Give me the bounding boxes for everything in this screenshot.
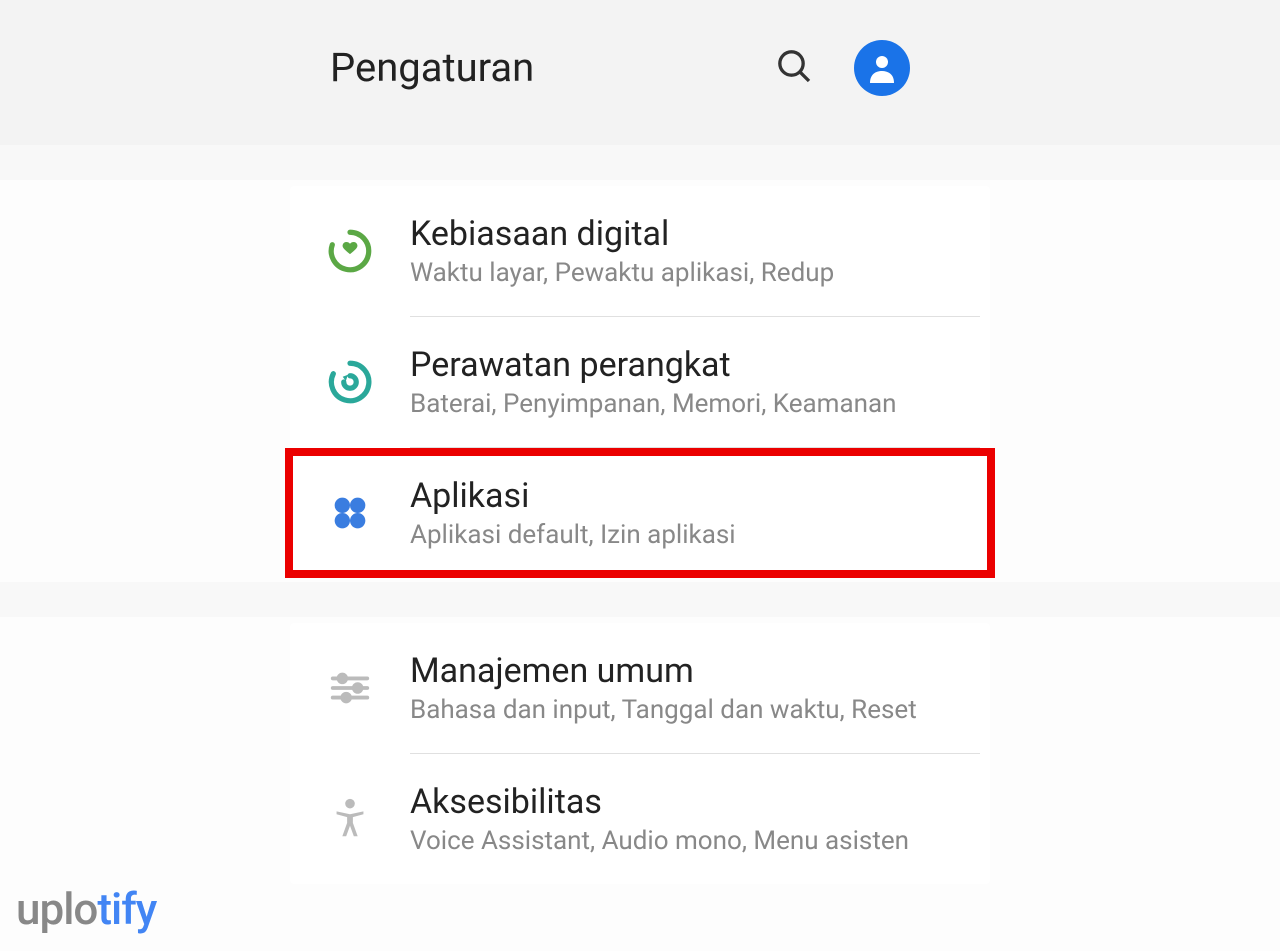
item-title: Aksesibilitas: [410, 782, 970, 822]
item-title: Perawatan perangkat: [410, 345, 970, 385]
header: Pengaturan: [0, 0, 1280, 145]
list-item-general-management[interactable]: Manajemen umum Bahasa dan input, Tanggal…: [290, 623, 990, 753]
settings-list: Kebiasaan digital Waktu layar, Pewaktu a…: [0, 145, 1280, 884]
item-subtitle: Waktu layar, Pewaktu aplikasi, Redup: [410, 258, 970, 288]
digital-wellbeing-icon: [310, 226, 390, 276]
item-title: Kebiasaan digital: [410, 214, 970, 254]
item-text: Aksesibilitas Voice Assistant, Audio mon…: [390, 782, 970, 856]
list-item-device-care[interactable]: Perawatan perangkat Baterai, Penyimpanan…: [290, 317, 990, 447]
item-subtitle: Aplikasi default, Izin aplikasi: [410, 520, 970, 550]
item-title: Manajemen umum: [410, 651, 970, 691]
item-subtitle: Baterai, Penyimpanan, Memori, Keamanan: [410, 389, 970, 419]
list-item-accessibility[interactable]: Aksesibilitas Voice Assistant, Audio mon…: [290, 754, 990, 884]
watermark: uplotify: [16, 883, 156, 935]
sliders-icon: [310, 665, 390, 711]
accessibility-icon: [310, 796, 390, 842]
item-subtitle: Bahasa dan input, Tanggal dan waktu, Res…: [410, 695, 970, 725]
watermark-part1: uplo: [16, 883, 97, 935]
section-gap: [0, 145, 1280, 180]
profile-avatar[interactable]: [854, 40, 910, 96]
device-care-icon: [310, 357, 390, 407]
search-icon[interactable]: [774, 46, 814, 90]
header-actions: [774, 40, 910, 96]
item-text: Aplikasi Aplikasi default, Izin aplikasi: [390, 476, 970, 550]
item-title: Aplikasi: [410, 476, 970, 516]
section-gap: [0, 582, 1280, 617]
settings-card-1: Kebiasaan digital Waktu layar, Pewaktu a…: [290, 186, 990, 578]
list-item-apps[interactable]: Aplikasi Aplikasi default, Izin aplikasi: [285, 448, 995, 578]
page-title: Pengaturan: [330, 44, 774, 91]
item-subtitle: Voice Assistant, Audio mono, Menu asiste…: [410, 826, 970, 856]
item-text: Manajemen umum Bahasa dan input, Tanggal…: [390, 651, 970, 725]
item-text: Perawatan perangkat Baterai, Penyimpanan…: [390, 345, 970, 419]
item-text: Kebiasaan digital Waktu layar, Pewaktu a…: [390, 214, 970, 288]
watermark-part2: tify: [97, 883, 156, 935]
list-item-digital-wellbeing[interactable]: Kebiasaan digital Waktu layar, Pewaktu a…: [290, 186, 990, 316]
settings-card-2: Manajemen umum Bahasa dan input, Tanggal…: [290, 623, 990, 884]
apps-icon: [310, 490, 390, 536]
